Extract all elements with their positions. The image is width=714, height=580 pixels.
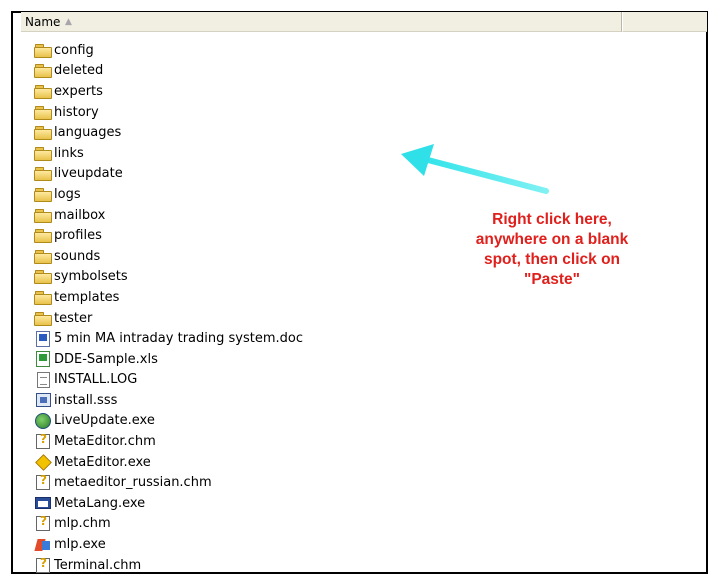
column-header-bar: Name ▲: [21, 12, 707, 32]
file-row[interactable]: ? metaeditor_russian.chm: [33, 472, 453, 493]
folder-icon: [33, 62, 53, 80]
file-name: deleted: [54, 63, 104, 79]
text-file-icon: [33, 371, 53, 389]
file-list: config deleted experts history languages link…: [33, 40, 453, 575]
file-name: metaeditor_russian.chm: [54, 475, 212, 491]
folder-icon: [33, 206, 53, 224]
file-name: 5 min MA intraday trading system.doc: [54, 331, 303, 347]
file-row[interactable]: MetaLang.exe: [33, 493, 453, 514]
chm-help-icon: ?: [33, 432, 53, 451]
word-doc-icon: [33, 330, 53, 348]
file-name: logs: [54, 186, 81, 202]
file-row[interactable]: ? Terminal.chm: [33, 555, 453, 576]
annotation-line: "Paste": [523, 271, 581, 288]
file-row[interactable]: ? MetaEditor.chm: [33, 431, 453, 452]
file-row[interactable]: tester: [33, 308, 453, 329]
file-row[interactable]: DDE-Sample.xls: [33, 349, 453, 370]
mlp-exe-icon: [33, 536, 53, 554]
file-name: experts: [54, 83, 103, 99]
file-name: INSTALL.LOG: [54, 372, 138, 388]
file-row[interactable]: history: [33, 102, 453, 123]
folder-icon: [33, 288, 53, 306]
file-name: tester: [54, 310, 93, 326]
file-name: sounds: [54, 248, 101, 264]
file-row[interactable]: config: [33, 40, 453, 61]
file-row[interactable]: logs: [33, 184, 453, 205]
folder-icon: [33, 103, 53, 121]
annotation-line: anywhere on a blank: [475, 231, 629, 248]
file-name: profiles: [54, 228, 102, 244]
folder-icon: [33, 185, 53, 203]
file-row[interactable]: INSTALL.LOG: [33, 370, 453, 391]
folder-icon: [33, 144, 53, 162]
file-name: templates: [54, 289, 120, 305]
file-name: DDE-Sample.xls: [54, 351, 158, 367]
chm-help-icon: ?: [33, 556, 53, 574]
annotation-line: Right click here,: [492, 211, 612, 228]
file-name: mailbox: [54, 207, 106, 223]
file-row[interactable]: experts: [33, 81, 453, 102]
file-name: mlp.exe: [54, 537, 106, 553]
file-row[interactable]: symbolsets: [33, 267, 453, 288]
chm-help-icon: ?: [33, 514, 53, 533]
file-name: languages: [54, 125, 122, 141]
chm-help-icon: ?: [33, 473, 53, 492]
file-name: mlp.chm: [54, 516, 111, 532]
folder-icon: [33, 247, 53, 265]
file-row[interactable]: ? mlp.chm: [33, 514, 453, 535]
file-name: history: [54, 104, 99, 120]
file-row[interactable]: LiveUpdate.exe: [33, 411, 453, 432]
file-row[interactable]: mlp.exe: [33, 534, 453, 555]
metaeditor-exe-icon: [33, 453, 53, 471]
folder-icon: [33, 41, 53, 59]
sss-file-icon: [33, 391, 53, 409]
file-name: symbolsets: [54, 269, 128, 285]
column-header-name-label: Name: [25, 15, 61, 29]
file-row[interactable]: languages: [33, 122, 453, 143]
file-name: MetaLang.exe: [54, 495, 146, 511]
file-name: Terminal.chm: [54, 557, 142, 573]
file-row[interactable]: MetaEditor.exe: [33, 452, 453, 473]
file-row[interactable]: links: [33, 143, 453, 164]
file-row[interactable]: 5 min MA intraday trading system.doc: [33, 328, 453, 349]
file-name: LiveUpdate.exe: [54, 413, 155, 429]
folder-icon: [33, 165, 53, 183]
file-name: MetaEditor.exe: [54, 454, 151, 470]
file-row[interactable]: liveupdate: [33, 164, 453, 185]
column-header-name[interactable]: Name ▲: [21, 12, 622, 32]
annotation-line: spot, then click on: [483, 251, 621, 268]
file-name: config: [54, 42, 94, 58]
file-row[interactable]: templates: [33, 287, 453, 308]
sort-ascending-icon: ▲: [65, 17, 72, 27]
folder-icon: [33, 82, 53, 100]
file-row[interactable]: deleted: [33, 61, 453, 82]
column-header-size[interactable]: [622, 12, 707, 32]
file-name: liveupdate: [54, 166, 123, 182]
file-row[interactable]: profiles: [33, 225, 453, 246]
file-row[interactable]: mailbox: [33, 205, 453, 226]
annotation-callout: Right click here, anywhere on a blank sp…: [418, 210, 686, 290]
folder-icon: [33, 309, 53, 327]
liveupdate-exe-icon: [33, 412, 53, 430]
file-row[interactable]: install.sss: [33, 390, 453, 411]
folder-icon: [33, 124, 53, 142]
file-row[interactable]: sounds: [33, 246, 453, 267]
file-name: links: [54, 145, 84, 161]
file-name: install.sss: [54, 392, 118, 408]
excel-xls-icon: [33, 350, 53, 368]
folder-icon: [33, 227, 53, 245]
metalang-exe-icon: [33, 494, 53, 512]
file-name: MetaEditor.chm: [54, 434, 156, 450]
folder-icon: [33, 268, 53, 286]
